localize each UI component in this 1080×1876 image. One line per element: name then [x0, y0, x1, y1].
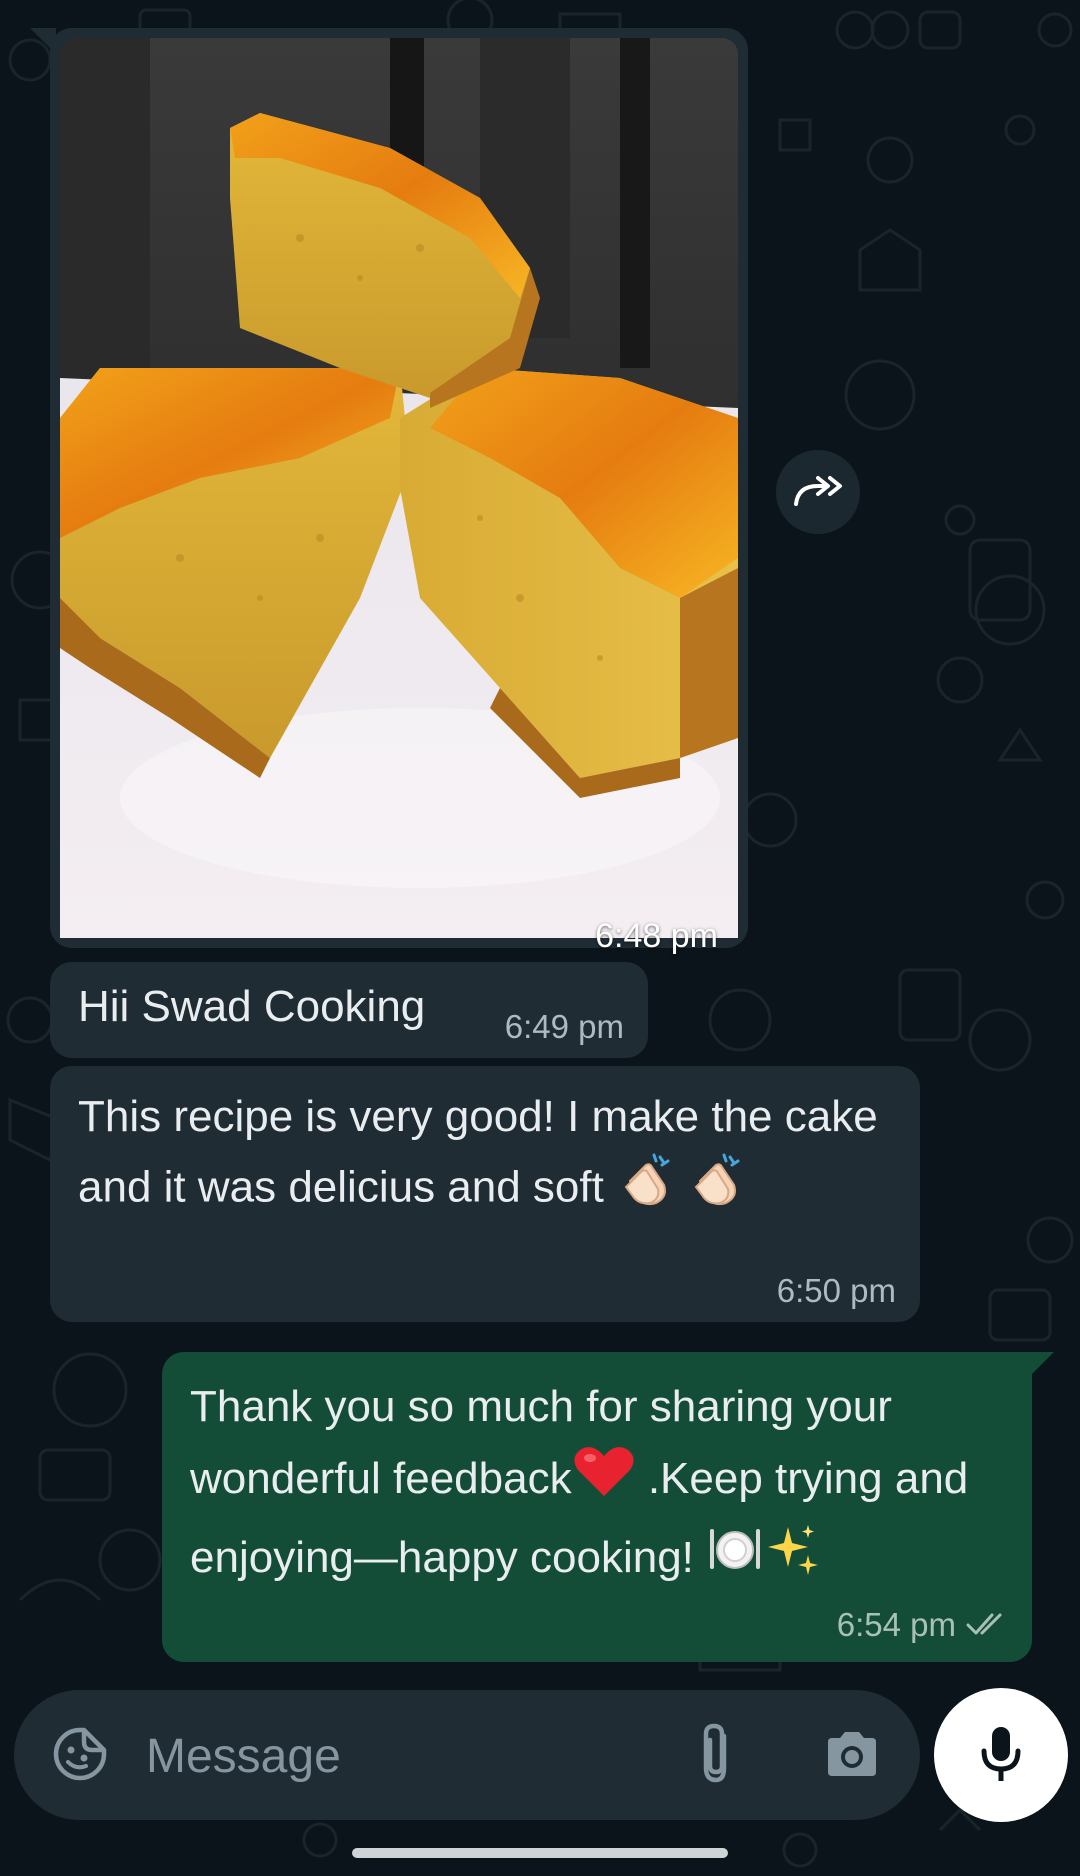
paperclip-icon[interactable]	[694, 1720, 738, 1793]
chat-area: 6:48 pm Hii Swad Cooking 6:49 pm This re…	[0, 0, 1080, 1876]
outgoing-message-bubble[interactable]: Thank you so much for sharing your wonde…	[162, 1352, 1054, 1662]
message-time: 6:50 pm	[776, 1272, 896, 1309]
bubble-tail	[30, 28, 56, 54]
message-text-block: Thank you so much for sharing your wonde…	[190, 1372, 990, 1600]
bubble-tail	[1028, 1352, 1054, 1378]
message-time: 6:49 pm	[504, 1008, 624, 1045]
microphone-icon	[981, 1727, 1021, 1781]
cake-photo[interactable]: 6:48 pm	[60, 38, 738, 970]
voice-message-button[interactable]	[934, 1688, 1068, 1822]
sparkles-icon	[764, 1521, 822, 1600]
sticker-icon[interactable]	[50, 1724, 110, 1789]
forward-button[interactable]	[776, 450, 860, 534]
message-text-block: This recipe is very good! I make the cak…	[78, 1082, 898, 1229]
forward-icon	[794, 476, 842, 506]
message-text: Hii Swad Cooking	[78, 982, 426, 1031]
camera-icon[interactable]	[822, 1724, 882, 1789]
message-time: 6:54 pm	[836, 1606, 956, 1643]
message-input[interactable]	[144, 1722, 668, 1790]
message-text: This recipe is very good! I make the cak…	[78, 1092, 878, 1212]
clapping-hands-icon	[686, 1151, 744, 1229]
home-indicator[interactable]	[352, 1848, 728, 1858]
double-check-icon	[966, 1600, 1010, 1650]
fork-and-knife-with-plate-icon	[706, 1521, 764, 1600]
message-composer	[14, 1690, 920, 1820]
message-meta: 6:54 pm	[837, 1600, 1010, 1650]
incoming-message-bubble[interactable]: This recipe is very good! I make the cak…	[50, 1066, 920, 1322]
message-time: 6:48 pm	[595, 917, 718, 955]
red-heart-icon	[572, 1442, 636, 1521]
clapping-hands-icon	[616, 1151, 674, 1229]
incoming-message-bubble[interactable]: Hii Swad Cooking 6:49 pm	[50, 962, 648, 1058]
image-message-bubble[interactable]: 6:48 pm	[30, 28, 748, 955]
